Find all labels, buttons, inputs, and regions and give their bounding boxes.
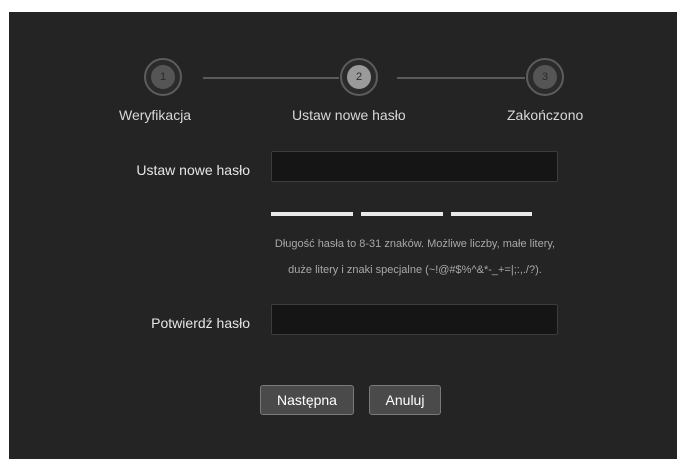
reset-password-panel: 1 2 3 Weryfikacja Ustaw nowe hasło Zakoń… bbox=[9, 12, 677, 459]
cancel-button[interactable]: Anuluj bbox=[369, 385, 441, 415]
step-2-indicator: 2 bbox=[340, 58, 378, 96]
confirm-password-input[interactable] bbox=[271, 304, 558, 335]
step-2-label: Ustaw nowe hasło bbox=[292, 107, 406, 123]
step-connector-2-3 bbox=[397, 77, 525, 79]
password-strength-segment-2 bbox=[361, 212, 443, 216]
step-2-number: 2 bbox=[347, 65, 371, 89]
new-password-input[interactable] bbox=[271, 151, 558, 182]
password-requirements-hint: Długość hasła to 8-31 znaków. Możliwe li… bbox=[274, 238, 556, 276]
step-3-number: 3 bbox=[533, 65, 557, 89]
step-1-number: 1 bbox=[151, 65, 175, 89]
step-1-label: Weryfikacja bbox=[119, 107, 192, 123]
new-password-label: Ustaw nowe hasło bbox=[136, 162, 250, 178]
next-button[interactable]: Następna bbox=[260, 385, 354, 415]
step-3-label: Zakończono bbox=[507, 107, 584, 123]
step-3-indicator: 3 bbox=[526, 58, 564, 96]
confirm-password-label: Potwierdź hasło bbox=[151, 315, 250, 331]
step-1-indicator: 1 bbox=[144, 58, 182, 96]
password-strength-segment-3 bbox=[451, 212, 532, 216]
password-strength-segment-1 bbox=[271, 212, 353, 216]
step-connector-1-2 bbox=[203, 77, 339, 79]
